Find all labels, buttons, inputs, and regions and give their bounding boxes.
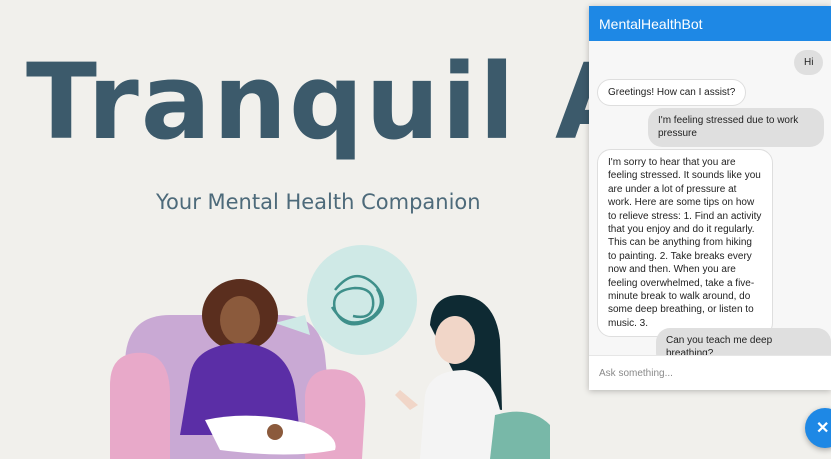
hero-subtitle: Your Mental Health Companion <box>156 190 481 214</box>
close-icon: ✕ <box>816 420 830 437</box>
user-message: I'm feeling stressed due to work pressur… <box>648 108 824 147</box>
chat-window: MentalHealthBot Hi Greetings! How can I … <box>589 6 831 390</box>
bot-message: I'm sorry to hear that you are feeling s… <box>597 149 773 338</box>
user-message: Hi <box>794 50 824 76</box>
chat-input[interactable] <box>589 356 831 390</box>
chat-header-title: MentalHealthBot <box>589 6 831 41</box>
chat-messages[interactable]: Hi Greetings! How can I assist? I'm feel… <box>589 41 831 367</box>
chat-input-bar <box>589 355 831 390</box>
bot-message: Greetings! How can I assist? <box>597 79 747 107</box>
close-chat-button[interactable]: ✕ <box>805 408 831 448</box>
hero-title: Tranquil AI <box>26 41 679 163</box>
therapy-illustration <box>110 245 550 459</box>
